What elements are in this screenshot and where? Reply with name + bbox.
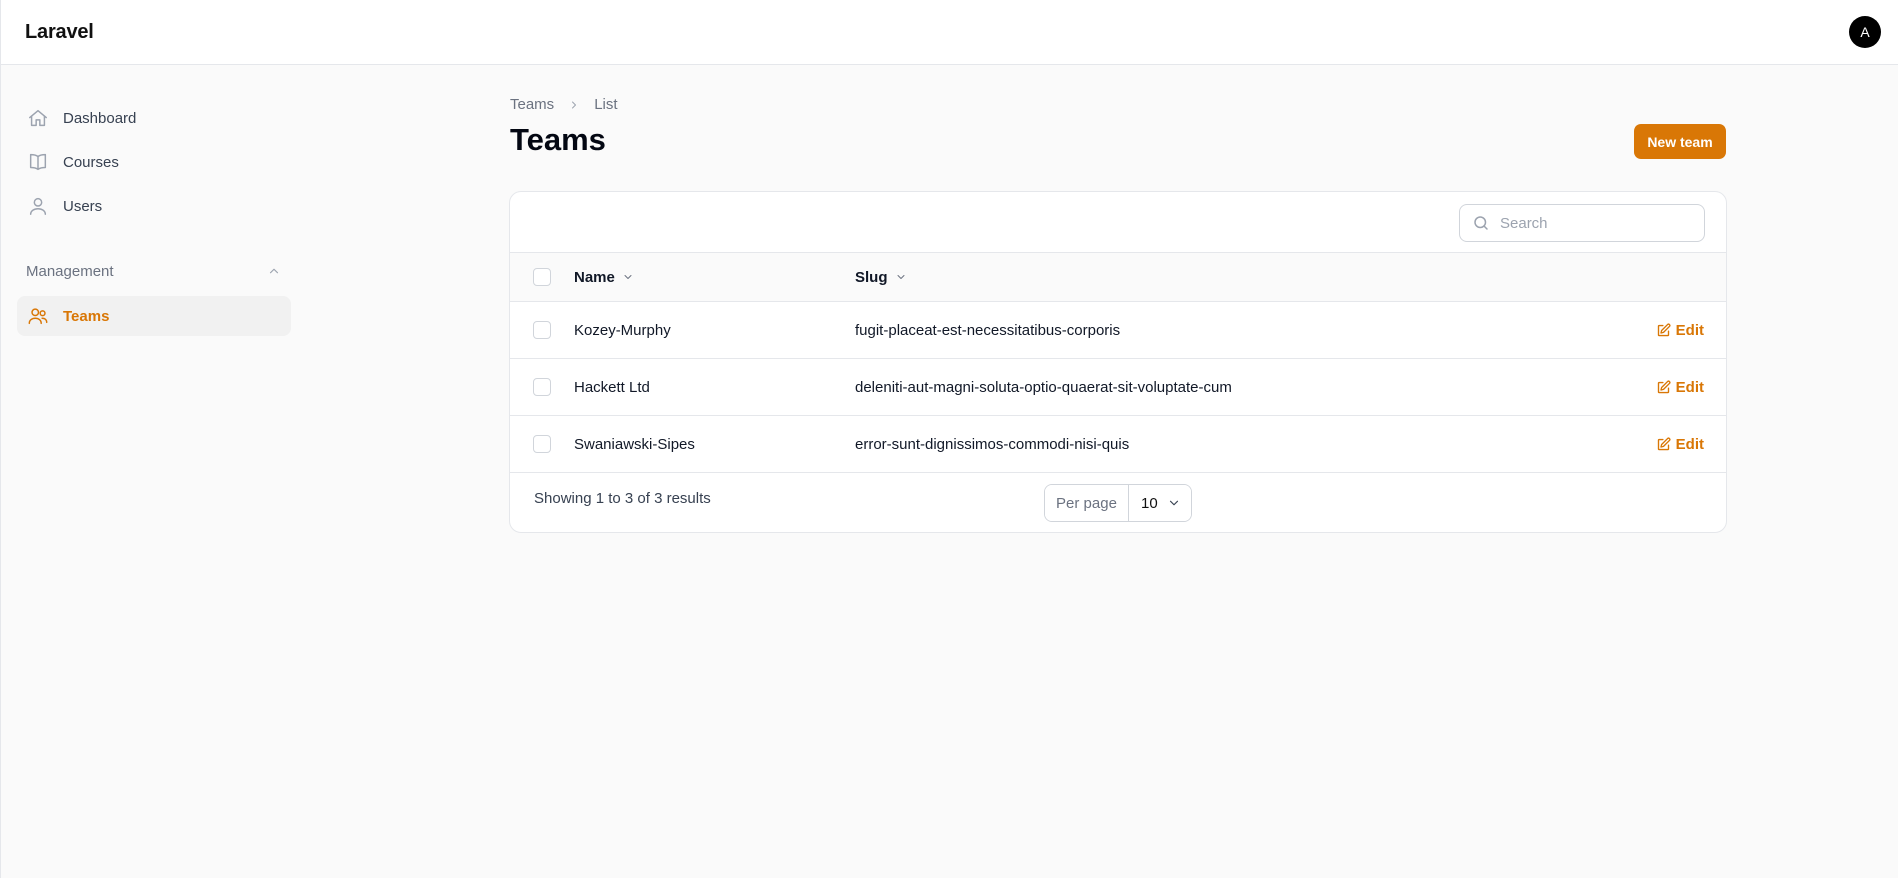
row-checkbox[interactable]	[533, 378, 551, 396]
team-slug: error-sunt-dignissimos-commodi-nisi-quis	[855, 435, 1130, 453]
top-navbar: Laravel A	[1, 0, 1898, 65]
column-header-label: Name	[574, 268, 615, 286]
per-page-select[interactable]: 10	[1129, 485, 1191, 521]
book-icon	[27, 151, 49, 173]
edit-label: Edit	[1675, 435, 1704, 453]
chevron-down-icon	[895, 271, 907, 283]
edit-icon	[1656, 437, 1671, 452]
column-header-label: Slug	[855, 268, 888, 286]
home-icon	[27, 107, 49, 129]
pagination-summary: Showing 1 to 3 of 3 results	[534, 490, 711, 507]
edit-icon	[1656, 323, 1671, 338]
sidebar-item-label: Dashboard	[63, 109, 137, 127]
edit-label: Edit	[1675, 321, 1704, 339]
sidebar-item-label: Users	[63, 197, 103, 215]
edit-link[interactable]: Edit	[1656, 302, 1704, 358]
per-page-value: 10	[1141, 494, 1158, 512]
team-slug: fugit-placeat-est-necessitatibus-corpori…	[855, 321, 1121, 339]
column-header-slug[interactable]: Slug	[855, 253, 907, 301]
search-field[interactable]	[1459, 204, 1705, 242]
edit-link[interactable]: Edit	[1656, 359, 1704, 415]
breadcrumb-item-list: List	[594, 96, 618, 113]
new-team-button[interactable]: New team	[1634, 124, 1726, 159]
edit-link[interactable]: Edit	[1656, 416, 1704, 472]
team-name: Swaniawski-Sipes	[574, 435, 695, 453]
sidebar-group-label: Management	[26, 262, 114, 280]
sidebar-item-label: Courses	[63, 153, 119, 171]
table-row: Kozey-Murphy fugit-placeat-est-necessita…	[510, 302, 1726, 359]
per-page-control: Per page 10	[1044, 484, 1192, 522]
table-row: Hackett Ltd deleniti-aut-magni-soluta-op…	[510, 359, 1726, 416]
sidebar-item-label: Teams	[63, 307, 110, 325]
team-name: Hackett Ltd	[574, 378, 650, 396]
teams-table-card: Name Slug Kozey-Murphy fugit-placeat-est…	[509, 191, 1727, 533]
search-input[interactable]	[1500, 214, 1690, 232]
table-row: Swaniawski-Sipes error-sunt-dignissimos-…	[510, 416, 1726, 473]
edit-icon	[1656, 380, 1671, 395]
page-title: Teams	[510, 122, 606, 157]
sidebar-item-dashboard[interactable]: Dashboard	[17, 98, 291, 138]
brand-logo[interactable]: Laravel	[25, 21, 94, 44]
team-slug: deleniti-aut-magni-soluta-optio-quaerat-…	[855, 378, 1232, 396]
users-icon	[27, 305, 49, 327]
sidebar-item-users[interactable]: Users	[17, 186, 291, 226]
user-icon	[27, 195, 49, 217]
chevron-down-icon	[622, 271, 634, 283]
sidebar-item-teams[interactable]: Teams	[17, 296, 291, 336]
user-avatar[interactable]: A	[1849, 16, 1881, 48]
sidebar-group-management[interactable]: Management	[26, 259, 281, 283]
team-name: Kozey-Murphy	[574, 321, 671, 339]
search-icon	[1472, 214, 1490, 232]
row-checkbox[interactable]	[533, 321, 551, 339]
select-all-checkbox[interactable]	[533, 268, 551, 286]
sidebar-item-courses[interactable]: Courses	[17, 142, 291, 182]
edit-label: Edit	[1675, 378, 1704, 396]
row-checkbox[interactable]	[533, 435, 551, 453]
breadcrumb-item-teams[interactable]: Teams	[510, 96, 554, 113]
chevron-up-icon[interactable]	[267, 264, 281, 278]
column-header-name[interactable]: Name	[574, 253, 634, 301]
chevron-down-icon	[1167, 496, 1181, 510]
table-header: Name Slug	[510, 252, 1726, 302]
per-page-label: Per page	[1045, 485, 1129, 521]
chevron-right-icon	[568, 99, 580, 111]
breadcrumb: Teams List	[510, 96, 618, 113]
